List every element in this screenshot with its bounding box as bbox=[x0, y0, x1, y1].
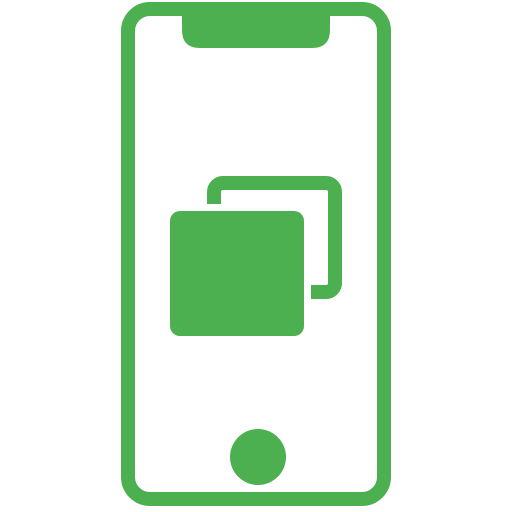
home-button-icon bbox=[230, 429, 286, 485]
phone-app-switch-icon bbox=[121, 2, 391, 506]
icon-canvas bbox=[0, 0, 512, 512]
front-window-icon bbox=[170, 211, 304, 336]
notch-icon bbox=[182, 16, 330, 48]
